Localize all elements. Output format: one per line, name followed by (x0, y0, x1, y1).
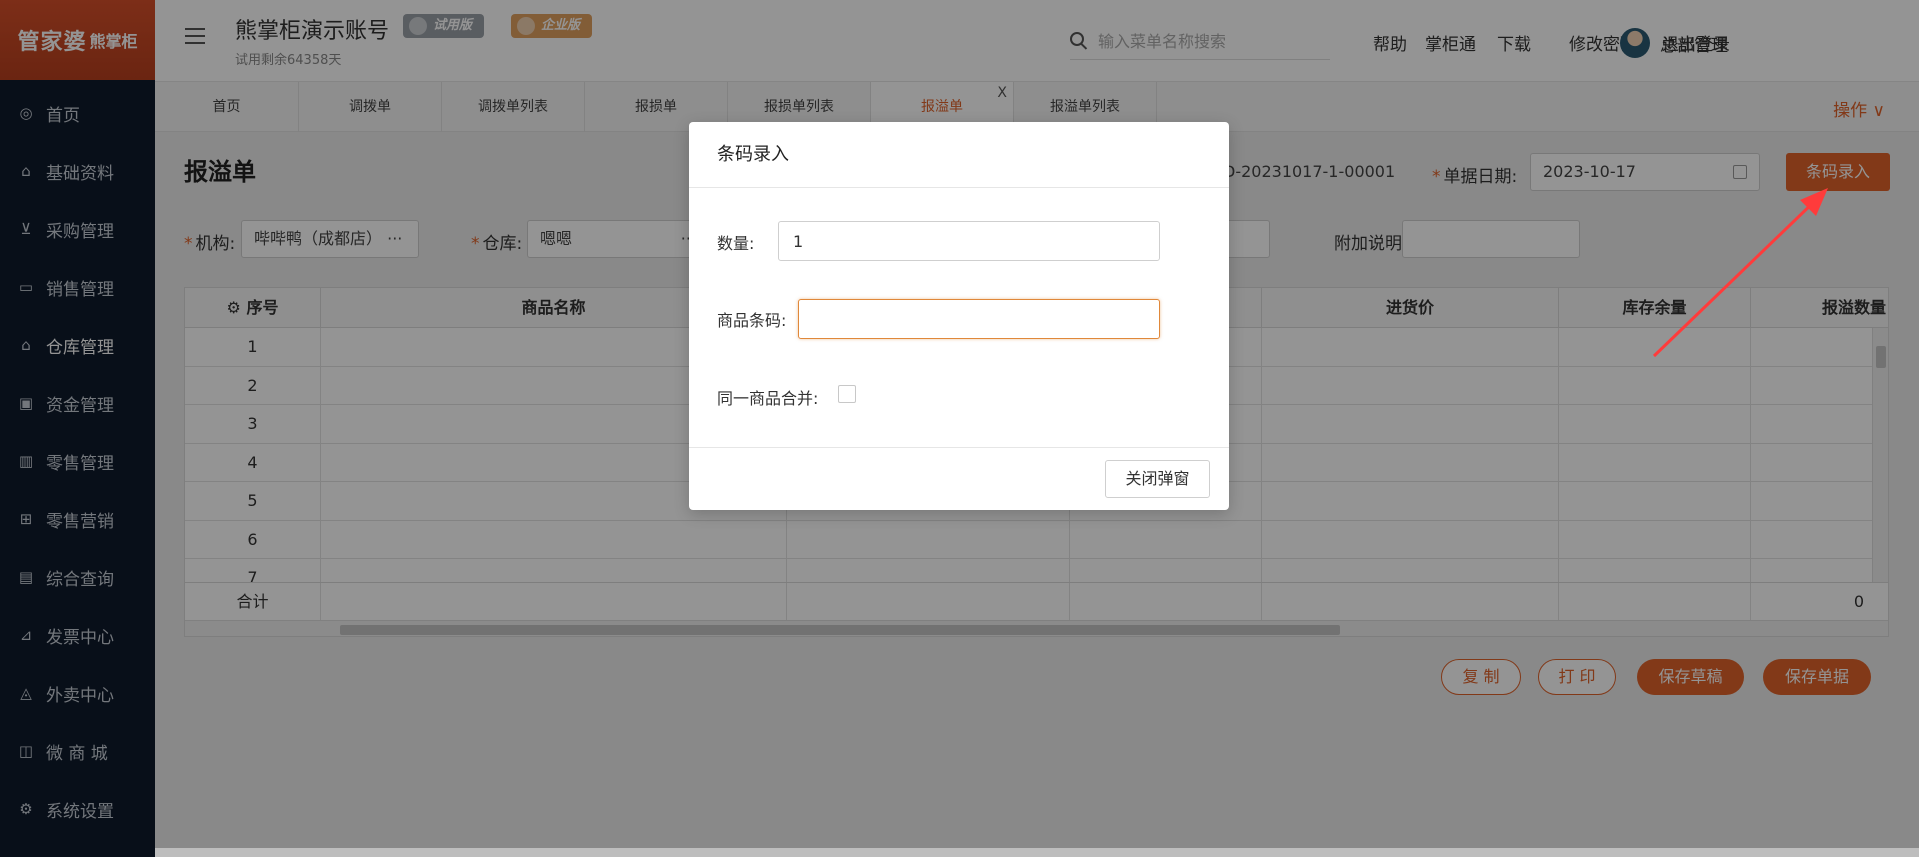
annotation-arrow (1652, 188, 1828, 358)
dialog-footer: 关闭弹窗 (689, 447, 1229, 510)
close-dialog-button[interactable]: 关闭弹窗 (1105, 460, 1210, 498)
dialog-title: 条码录入 (689, 122, 1229, 188)
barcode-input[interactable] (798, 299, 1160, 339)
barcode-label: 商品条码: (717, 311, 787, 330)
merge-checkbox[interactable] (838, 385, 856, 403)
bottom-bar (155, 848, 1919, 857)
quantity-input[interactable] (778, 221, 1160, 261)
barcode-entry-dialog: 条码录入 数量: 商品条码: 同一商品合并: 关闭弹窗 (689, 122, 1229, 510)
merge-label: 同一商品合并: (717, 389, 819, 408)
annotation-arrow-line (1652, 196, 1820, 358)
quantity-label: 数量: (717, 234, 755, 253)
